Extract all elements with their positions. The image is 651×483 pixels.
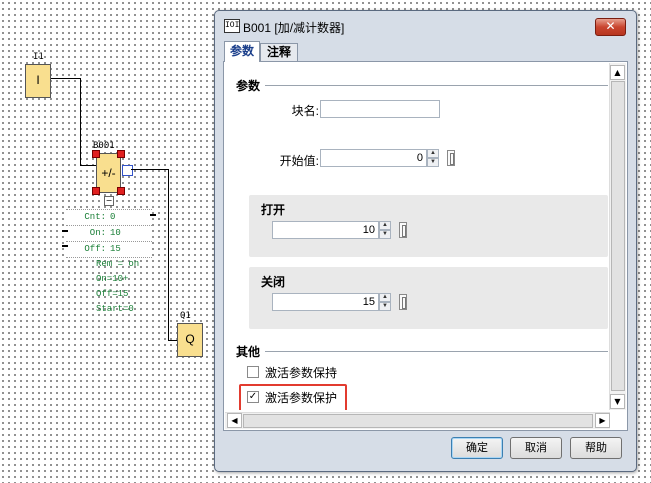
counter-block-symbol: +/- bbox=[101, 166, 116, 180]
scroll-left-icon[interactable]: ◀ bbox=[227, 413, 242, 428]
close-button[interactable]: ✕ bbox=[595, 18, 626, 36]
collapse-toggle-symbol: − bbox=[105, 196, 113, 205]
check-icon: ✓ bbox=[248, 391, 258, 402]
param-row: On: 10 bbox=[66, 226, 152, 242]
selection-handle[interactable] bbox=[92, 187, 100, 195]
on-value-input[interactable]: 10 bbox=[272, 221, 379, 239]
output-block-q1[interactable]: Q bbox=[177, 323, 203, 357]
spin-up-icon[interactable]: ▲ bbox=[379, 293, 391, 302]
help-button-label: 帮助 bbox=[585, 442, 607, 454]
help-button[interactable]: 帮助 bbox=[570, 437, 622, 459]
horizontal-scrollbar[interactable]: ◀ ▶ bbox=[225, 412, 610, 429]
tab-label: 注释 bbox=[266, 45, 291, 59]
spin-down-icon[interactable]: ▼ bbox=[379, 302, 391, 311]
section-divider bbox=[265, 351, 608, 352]
wire-q1-in bbox=[168, 340, 177, 341]
off-group: 关闭 15 ▲ ▼ bbox=[249, 267, 608, 329]
app-icon-text: IOI bbox=[225, 21, 240, 30]
block-name-label: 块名: bbox=[291, 104, 319, 118]
wire-b001-v bbox=[168, 169, 169, 341]
input-block-name: I1 bbox=[33, 52, 44, 62]
param-key: Off: bbox=[84, 244, 106, 254]
selection-handle[interactable] bbox=[117, 187, 125, 195]
start-value-input[interactable]: 0 bbox=[320, 149, 427, 167]
protection-checkbox[interactable]: ✓ bbox=[247, 391, 259, 403]
output-block-name: Q1 bbox=[180, 311, 191, 321]
tab-label: 参数 bbox=[229, 44, 254, 58]
selection-handle[interactable] bbox=[117, 150, 125, 158]
wire-i1-h bbox=[51, 78, 81, 79]
tab-panel: 参数 块名: 开始值: 0 ▲ ▼ 打开 10 ▲ ▼ 关闭 15 ▲ ▼ 其他… bbox=[223, 61, 628, 431]
scroll-up-icon[interactable]: ▲ bbox=[610, 65, 625, 80]
retentive-label: 激活参数保持 bbox=[265, 366, 338, 380]
remark-line: Rem = on bbox=[96, 259, 140, 269]
cancel-button-label: 取消 bbox=[525, 442, 547, 454]
section-divider bbox=[265, 85, 608, 86]
param-value: 10 bbox=[110, 228, 121, 238]
wire-stub bbox=[62, 230, 68, 232]
output-connector[interactable] bbox=[122, 165, 133, 176]
remark-line: On=10+ bbox=[96, 274, 129, 284]
app-icon: IOI bbox=[224, 19, 240, 33]
remark-line: Start=0 bbox=[96, 304, 134, 314]
off-value-text: 15 bbox=[362, 296, 375, 308]
output-block-symbol: Q bbox=[185, 332, 195, 346]
remark-line: Off=15 bbox=[96, 289, 129, 299]
selection-handle[interactable] bbox=[92, 150, 100, 158]
wire-i1-v bbox=[80, 78, 81, 166]
off-value-spinner[interactable]: ▲ ▼ bbox=[379, 293, 391, 311]
scroll-down-icon[interactable]: ▼ bbox=[610, 394, 625, 409]
dialog-title: B001 [加/减计数器] bbox=[243, 21, 345, 35]
scroll-right-icon[interactable]: ▶ bbox=[595, 413, 610, 428]
block-name-input[interactable] bbox=[320, 100, 440, 118]
collapse-toggle[interactable]: − bbox=[104, 196, 114, 206]
on-value-text: 10 bbox=[362, 224, 375, 236]
spin-up-icon[interactable]: ▲ bbox=[379, 221, 391, 230]
dialog-titlebar[interactable]: IOI B001 [加/减计数器] ✕ bbox=[215, 11, 636, 39]
scroll-content: 参数 块名: 开始值: 0 ▲ ▼ 打开 10 ▲ ▼ 关闭 15 ▲ ▼ 其他… bbox=[225, 63, 610, 410]
vertical-scrollbar[interactable]: ▲ ▼ bbox=[609, 63, 626, 410]
on-group: 打开 10 ▲ ▼ bbox=[249, 195, 608, 257]
block-properties-dialog: IOI B001 [加/减计数器] ✕ 参数 注释 参数 块名: 开始值: 0 … bbox=[214, 10, 637, 472]
wire-stub bbox=[62, 245, 68, 247]
reference-picker-button[interactable] bbox=[399, 294, 407, 310]
tab-parameters[interactable]: 参数 bbox=[224, 41, 260, 62]
input-block-symbol: I bbox=[36, 73, 40, 87]
param-table: Cnt: 0 On: 10 Off: 15 bbox=[66, 209, 152, 258]
section-title-other: 其他 bbox=[236, 345, 261, 359]
protection-label: 激活参数保护 bbox=[265, 391, 338, 405]
retentive-checkbox[interactable] bbox=[247, 366, 259, 378]
ok-button[interactable]: 确定 bbox=[451, 437, 503, 459]
param-key: Cnt: bbox=[84, 212, 106, 222]
tab-comments[interactable]: 注释 bbox=[260, 43, 298, 61]
wire-stub bbox=[150, 214, 156, 216]
off-group-title: 关闭 bbox=[261, 275, 286, 289]
spin-down-icon[interactable]: ▼ bbox=[427, 158, 439, 167]
param-key: On: bbox=[89, 228, 106, 238]
wire-i1-in bbox=[80, 165, 96, 166]
ok-button-label: 确定 bbox=[466, 442, 488, 454]
input-block-i1[interactable]: I bbox=[25, 64, 51, 98]
spin-up-icon[interactable]: ▲ bbox=[427, 149, 439, 158]
on-value-spinner[interactable]: ▲ ▼ bbox=[379, 221, 391, 239]
start-value-label: 开始值: bbox=[279, 154, 319, 168]
start-value-text: 0 bbox=[416, 152, 423, 164]
param-value: 15 bbox=[110, 244, 121, 254]
section-title-params: 参数 bbox=[236, 79, 261, 93]
param-row: Cnt: 0 bbox=[66, 210, 152, 226]
reference-picker-button[interactable] bbox=[399, 222, 407, 238]
on-group-title: 打开 bbox=[261, 203, 286, 217]
vertical-scroll-thumb[interactable] bbox=[611, 81, 625, 391]
horizontal-scroll-thumb[interactable] bbox=[243, 414, 593, 428]
wire-b001-h bbox=[131, 169, 169, 170]
cancel-button[interactable]: 取消 bbox=[510, 437, 562, 459]
spin-down-icon[interactable]: ▼ bbox=[379, 230, 391, 239]
param-row: Off: 15 bbox=[66, 242, 152, 258]
off-value-input[interactable]: 15 bbox=[272, 293, 379, 311]
reference-picker-button[interactable] bbox=[447, 150, 455, 166]
close-icon: ✕ bbox=[605, 19, 616, 33]
param-value: 0 bbox=[110, 212, 116, 222]
start-value-spinner[interactable]: ▲ ▼ bbox=[427, 149, 439, 167]
